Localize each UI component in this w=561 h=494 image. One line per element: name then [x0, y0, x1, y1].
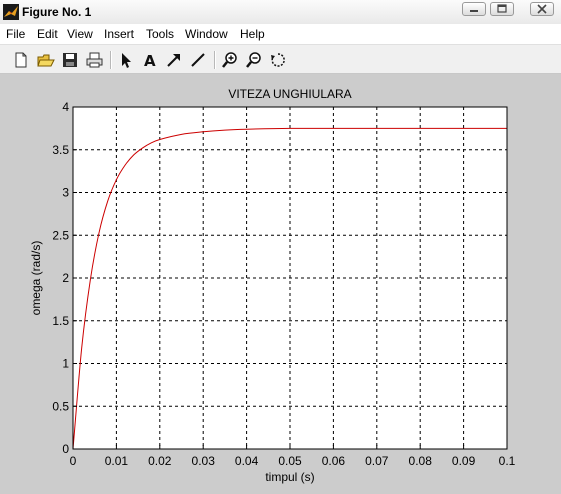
svg-text:A: A — [144, 52, 156, 69]
menu-view[interactable]: View — [67, 27, 93, 41]
x-tick-label: 0.02 — [148, 454, 172, 468]
y-tick-label: 0.5 — [52, 399, 69, 413]
insert-arrow-icon[interactable] — [165, 51, 183, 69]
chart-title: VITEZA UNGHIULARA — [228, 87, 351, 101]
y-tick-label: 1.5 — [52, 314, 69, 328]
title-bar[interactable]: Figure No. 1 — [0, 0, 561, 25]
y-tick-label: 1 — [62, 357, 69, 371]
toolbar-separator — [214, 51, 216, 69]
y-tick-label: 2 — [62, 271, 69, 285]
x-tick-label: 0.08 — [409, 454, 433, 468]
insert-line-icon[interactable] — [189, 51, 207, 69]
x-tick-label: 0.03 — [192, 454, 216, 468]
x-tick-label: 0.05 — [278, 454, 302, 468]
x-tick-label: 0.01 — [105, 454, 129, 468]
x-tick-label: 0 — [70, 454, 77, 468]
x-axis-label: timpul (s) — [265, 470, 314, 484]
y-tick-label: 3 — [62, 186, 69, 200]
insert-text-icon[interactable]: A — [141, 51, 159, 70]
menu-tools[interactable]: Tools — [146, 27, 174, 41]
y-tick-label: 3.5 — [52, 143, 69, 157]
toolbar-separator — [110, 51, 112, 69]
menu-insert[interactable]: Insert — [104, 27, 134, 41]
y-axis-label: omega (rad/s) — [29, 241, 43, 316]
x-tick-label: 0.09 — [452, 454, 476, 468]
y-tick-label: 0 — [62, 442, 69, 456]
window-title: Figure No. 1 — [22, 5, 92, 19]
figure-canvas: 0 0.01 0.02 0.03 0.04 0.05 0.06 0.07 0.08 0.09 0.1… — [0, 74, 561, 494]
maximize-button[interactable] — [490, 2, 514, 16]
x-tick-label: 0.1 — [499, 454, 516, 468]
zoom-in-icon[interactable] — [221, 51, 239, 69]
select-arrow-icon[interactable] — [117, 51, 135, 69]
menu-bar: File Edit View Insert Tools Window Help — [0, 24, 561, 44]
zoom-out-icon[interactable] — [245, 51, 263, 69]
menu-help[interactable]: Help — [240, 27, 265, 41]
minimize-button[interactable] — [462, 2, 486, 16]
matlab-logo-icon — [3, 4, 19, 20]
y-tick-label: 2.5 — [52, 228, 69, 242]
x-tick-label: 0.06 — [322, 454, 346, 468]
menu-file[interactable]: File — [6, 27, 25, 41]
x-tick-label: 0.07 — [365, 454, 389, 468]
toolbar: A — [0, 44, 561, 74]
menu-edit[interactable]: Edit — [37, 27, 58, 41]
open-file-icon[interactable] — [37, 51, 55, 69]
y-tick-label: 4 — [62, 100, 69, 114]
close-button[interactable] — [530, 2, 554, 16]
new-figure-icon[interactable] — [12, 51, 30, 69]
menu-window[interactable]: Window — [185, 27, 228, 41]
plot-svg: 0 0.01 0.02 0.03 0.04 0.05 0.06 0.07 0.08 0.09 0.1… — [29, 87, 516, 484]
save-icon[interactable] — [61, 51, 79, 69]
rotate-3d-icon[interactable] — [269, 51, 287, 69]
print-icon[interactable] — [85, 51, 103, 69]
figure-window: Figure No. 1 File Edit View Insert Tools… — [0, 0, 561, 494]
x-tick-label: 0.04 — [235, 454, 259, 468]
